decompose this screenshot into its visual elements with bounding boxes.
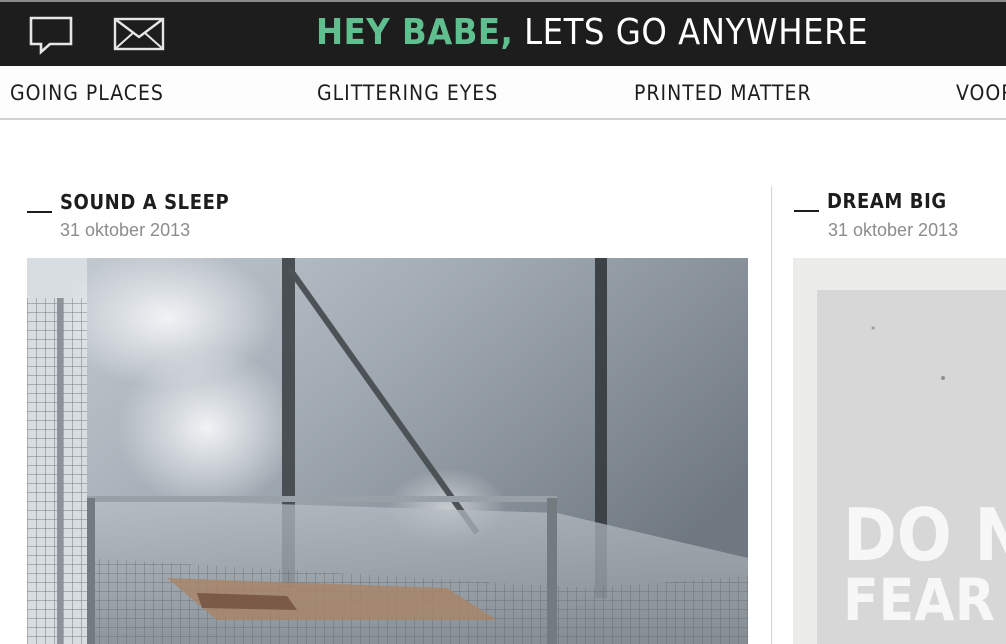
poster-text-line-1: DO NO [843, 493, 1006, 577]
post-date: 31 oktober 2013 [828, 220, 959, 240]
post-title-text: SOUND A SLEEP [60, 190, 230, 214]
chat-bubble-icon[interactable] [28, 15, 74, 55]
site-title-rest: LETS GO ANYWHERE [524, 12, 869, 53]
post-date: 31 oktober 2013 [60, 220, 191, 240]
poster-text-line-2: FEAR TH [843, 566, 1006, 634]
exhibition-photo [27, 258, 748, 644]
main-nav: GOING PLACES GLITTERING EYES PRINTED MAT… [0, 66, 1006, 120]
site-title-accent: HEY BABE, [316, 12, 514, 53]
title-dash [794, 210, 819, 212]
nav-item-printed-matter[interactable]: PRINTED MATTER [634, 81, 812, 105]
post-image-sound-a-sleep[interactable] [27, 258, 748, 644]
nav-item-voor[interactable]: VOOR [956, 81, 1006, 105]
nav-item-glittering-eyes[interactable]: GLITTERING EYES [317, 81, 498, 105]
post-title-sound-a-sleep[interactable]: SOUND A SLEEP [27, 190, 229, 214]
post-title-text: DREAM BIG [827, 189, 947, 213]
top-bar: HEY BABE, LETS GO ANYWHERE [0, 0, 1006, 66]
post-title-dream-big[interactable]: DREAM BIG [794, 189, 947, 213]
title-dash [27, 211, 52, 213]
post-image-dream-big[interactable]: DO NO FEAR TH [793, 258, 1006, 644]
column-divider [771, 186, 772, 644]
nav-item-going-places[interactable]: GOING PLACES [10, 81, 164, 105]
poster-image: DO NO FEAR TH [793, 258, 1006, 644]
site-title[interactable]: HEY BABE, LETS GO ANYWHERE [316, 11, 868, 55]
envelope-icon[interactable] [113, 17, 165, 51]
